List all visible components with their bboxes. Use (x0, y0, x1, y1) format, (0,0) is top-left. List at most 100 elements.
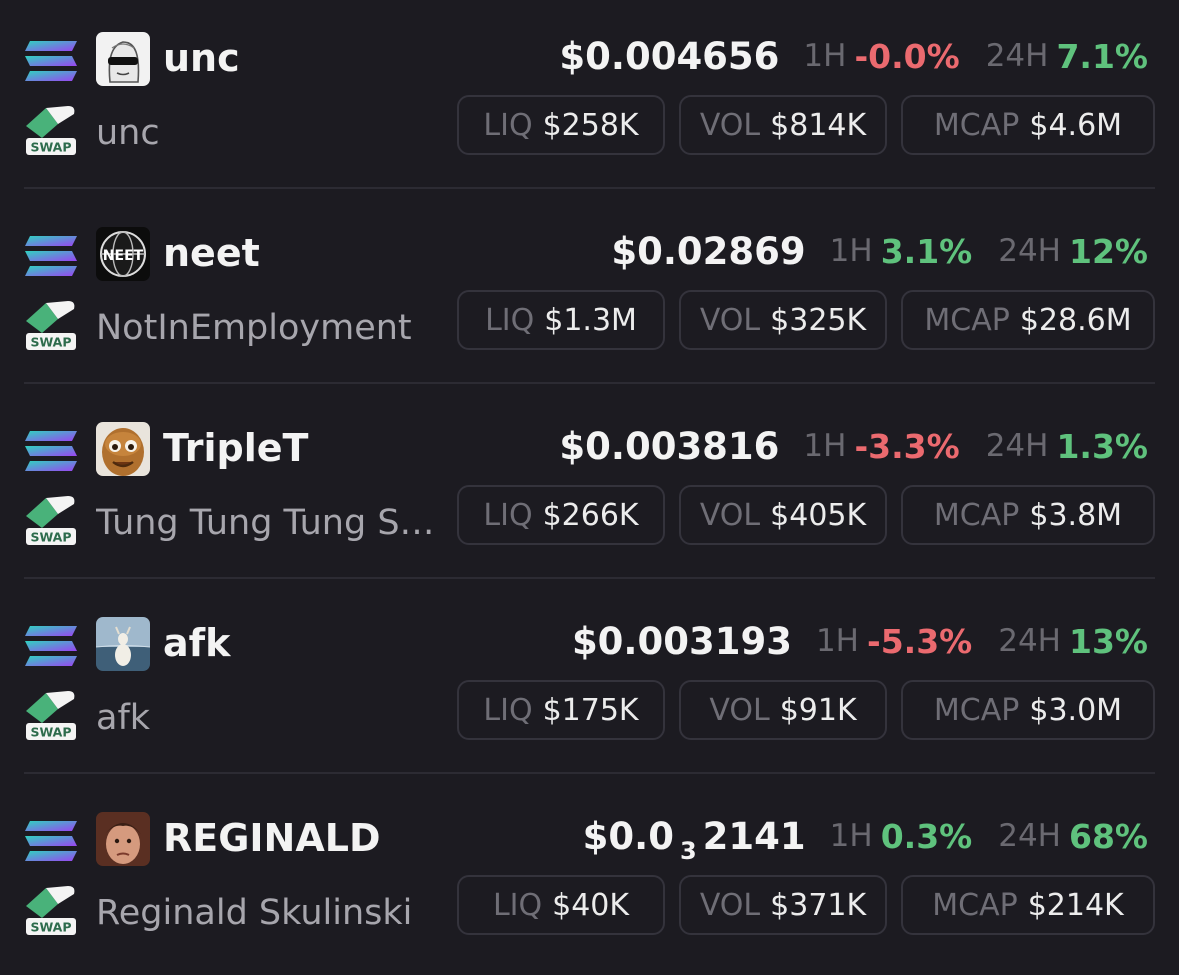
token-name: Tung Tung Tung Sahur (96, 503, 441, 543)
token-price: $0.004656 (559, 34, 780, 78)
market-cap-label: MCAP (932, 887, 1018, 923)
volume-value: $405K (770, 497, 867, 533)
change-1h: -3.3% (854, 426, 960, 466)
token-price: $0.003193 (571, 619, 792, 663)
swap-icon: SWAP (24, 687, 78, 741)
price-line: $0.003193 1H -5.3% 24H 13% (572, 613, 1148, 669)
liquidity-label: LIQ (483, 107, 533, 143)
token-list: unc SWAP unc $0.004656 1H -0.0% 24H 7.1%… (0, 0, 1179, 961)
liquidity-value: $266K (542, 497, 639, 533)
volume-value: $325K (770, 302, 867, 338)
volume-pill[interactable]: VOL $371K (679, 875, 887, 935)
wojak-sunglasses-avatar (96, 32, 150, 86)
volume-value: $91K (779, 692, 857, 728)
row-divider (24, 187, 1155, 189)
volume-label: VOL (699, 302, 761, 338)
volume-label: VOL (699, 887, 761, 923)
token-symbol: afk (163, 621, 231, 665)
market-cap-pill[interactable]: MCAP $214K (901, 875, 1155, 935)
liquidity-label: LIQ (483, 497, 533, 533)
liquidity-value: $40K (552, 887, 630, 923)
market-cap-pill[interactable]: MCAP $3.0M (901, 680, 1155, 740)
liquidity-pill[interactable]: LIQ $266K (457, 485, 665, 545)
token-price: $0.003816 (559, 424, 780, 468)
token-price: $0.02869 (611, 229, 806, 273)
token-row[interactable]: NEET neet SWAP NotInEmployment $0.02869 … (0, 195, 1179, 390)
market-cap-label: MCAP (924, 302, 1010, 338)
change-1h-label: 1H (803, 38, 847, 74)
wooden-face-avatar (96, 422, 150, 476)
change-24h: 13% (1069, 621, 1148, 661)
solana-icon (24, 820, 78, 862)
change-24h-label: 24H (985, 38, 1049, 74)
change-24h-label: 24H (998, 623, 1061, 659)
price-line: $0.0 3 2141 1H 0.3% 24H 68% (582, 808, 1148, 865)
swap-icon: SWAP (24, 882, 78, 936)
swap-label: SWAP (30, 335, 71, 350)
token-name: afk (96, 698, 151, 738)
solana-icon (24, 625, 78, 667)
market-cap-value: $3.0M (1029, 692, 1123, 728)
change-24h: 68% (1069, 816, 1148, 856)
solana-icon (24, 40, 78, 82)
market-cap-label: MCAP (933, 497, 1020, 533)
change-24h-label: 24H (985, 428, 1049, 464)
liquidity-value: $1.3M (544, 302, 637, 338)
swap-icon: SWAP (24, 492, 78, 546)
change-1h-label: 1H (803, 428, 847, 464)
liquidity-label: LIQ (483, 692, 533, 728)
liquidity-label: LIQ (485, 302, 535, 338)
change-24h: 12% (1069, 231, 1148, 271)
swap-label: SWAP (30, 725, 71, 740)
market-cap-label: MCAP (933, 107, 1020, 143)
token-row[interactable]: afk SWAP afk $0.003193 1H -5.3% 24H 13% … (0, 585, 1179, 780)
row-divider (24, 577, 1155, 579)
token-row[interactable]: TripleT SWAP Tung Tung Tung Sahur $0.003… (0, 390, 1179, 585)
avatar-text: NEET (103, 248, 144, 264)
swap-icon: SWAP (24, 297, 78, 351)
liquidity-value: $258K (542, 107, 639, 143)
price-zero-count: 3 (679, 836, 697, 865)
volume-label: VOL (699, 497, 761, 533)
liquidity-pill[interactable]: LIQ $258K (457, 95, 665, 155)
change-1h: -5.3% (867, 621, 973, 661)
volume-pill[interactable]: VOL $814K (679, 95, 887, 155)
reginald-face-avatar (96, 812, 150, 866)
volume-pill[interactable]: VOL $405K (679, 485, 887, 545)
volume-label: VOL (709, 692, 770, 728)
change-1h-label: 1H (829, 818, 873, 854)
volume-pill[interactable]: VOL $325K (679, 290, 887, 350)
price-line: $0.003816 1H -3.3% 24H 1.3% (559, 418, 1148, 474)
market-cap-value: $214K (1027, 887, 1124, 923)
swap-label: SWAP (30, 920, 71, 935)
change-1h: 3.1% (880, 231, 973, 271)
change-1h: -0.0% (854, 36, 960, 76)
volume-pill[interactable]: VOL $91K (679, 680, 887, 740)
price-line: $0.004656 1H -0.0% 24H 7.1% (559, 28, 1148, 84)
solana-icon (24, 430, 78, 472)
volume-label: VOL (699, 107, 761, 143)
liquidity-pill[interactable]: LIQ $40K (457, 875, 665, 935)
market-cap-pill[interactable]: MCAP $3.8M (901, 485, 1155, 545)
liquidity-pill[interactable]: LIQ $175K (457, 680, 665, 740)
market-cap-pill[interactable]: MCAP $4.6M (901, 95, 1155, 155)
token-name: NotInEmployment (96, 308, 412, 348)
liquidity-pill[interactable]: LIQ $1.3M (457, 290, 665, 350)
liquidity-label: LIQ (492, 887, 543, 923)
token-row[interactable]: REGINALD SWAP Reginald Skulinski $0.0 3 21… (0, 780, 1179, 975)
volume-value: $371K (770, 887, 867, 923)
change-1h: 0.3% (880, 816, 973, 856)
token-row[interactable]: unc SWAP unc $0.004656 1H -0.0% 24H 7.1%… (0, 0, 1179, 195)
goat-at-sea-avatar (96, 617, 150, 671)
market-cap-pill[interactable]: MCAP $28.6M (901, 290, 1155, 350)
change-24h-label: 24H (998, 233, 1061, 269)
row-divider (24, 772, 1155, 774)
market-cap-value: $28.6M (1019, 302, 1132, 338)
market-cap-label: MCAP (933, 692, 1020, 728)
swap-label: SWAP (30, 530, 71, 545)
swap-label: SWAP (30, 140, 71, 155)
volume-value: $814K (770, 107, 867, 143)
neet-globe-avatar: NEET (96, 227, 150, 281)
price-line: $0.02869 1H 3.1% 24H 12% (611, 223, 1148, 279)
token-price: $0.0 3 2141 (582, 814, 806, 865)
